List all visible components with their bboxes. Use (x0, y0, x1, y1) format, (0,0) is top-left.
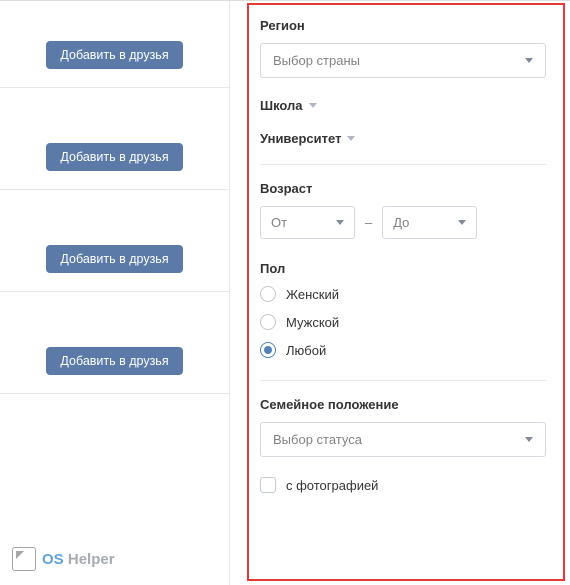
marital-status-select[interactable]: Выбор статуса (260, 422, 546, 457)
select-placeholder: От (271, 215, 287, 230)
gender-option-any[interactable]: Любой (260, 342, 546, 358)
university-toggle[interactable]: Университет (260, 131, 546, 146)
radio-icon (260, 314, 276, 330)
age-label: Возраст (260, 181, 546, 196)
chevron-down-icon (347, 136, 355, 141)
school-toggle[interactable]: Школа (260, 98, 546, 113)
radio-label: Женский (286, 287, 339, 302)
country-select[interactable]: Выбор страны (260, 43, 546, 78)
result-item: Добавить в друзья (0, 190, 229, 292)
checkbox-label: с фотографией (286, 478, 378, 493)
radio-label: Мужской (286, 315, 339, 330)
gender-option-male[interactable]: Мужской (260, 314, 546, 330)
add-friend-button[interactable]: Добавить в друзья (46, 143, 182, 171)
result-item: Добавить в друзья (0, 1, 229, 88)
checkbox-icon (260, 477, 276, 493)
select-placeholder: Выбор статуса (273, 432, 362, 447)
results-column: Добавить в друзья Добавить в друзья Доба… (0, 1, 230, 585)
marital-label: Семейное положение (260, 397, 546, 412)
gender-radio-group: Женский Мужской Любой (260, 286, 546, 358)
chevron-down-icon (309, 103, 317, 108)
with-photo-checkbox[interactable]: с фотографией (260, 477, 546, 493)
cursor-icon (12, 547, 36, 571)
chevron-down-icon (458, 220, 466, 225)
radio-icon (260, 286, 276, 302)
radio-label: Любой (286, 343, 326, 358)
divider (260, 164, 546, 165)
filters-panel: Регион Выбор страны Школа Университет Во… (230, 1, 570, 585)
radio-icon-checked (260, 342, 276, 358)
add-friend-button[interactable]: Добавить в друзья (46, 41, 182, 69)
chevron-down-icon (525, 437, 533, 442)
region-label: Регион (260, 18, 546, 33)
age-to-select[interactable]: До (382, 206, 477, 239)
chevron-down-icon (336, 220, 344, 225)
add-friend-button[interactable]: Добавить в друзья (46, 245, 182, 273)
gender-label: Пол (260, 261, 546, 276)
school-label: Школа (260, 98, 303, 113)
gender-option-female[interactable]: Женский (260, 286, 546, 302)
add-friend-button[interactable]: Добавить в друзья (46, 347, 182, 375)
select-placeholder: До (393, 215, 409, 230)
watermark-text: OS Helper (42, 551, 115, 568)
result-item: Добавить в друзья (0, 88, 229, 190)
select-placeholder: Выбор страны (273, 53, 360, 68)
chevron-down-icon (525, 58, 533, 63)
divider (260, 380, 546, 381)
age-from-select[interactable]: От (260, 206, 355, 239)
watermark: OS Helper (12, 547, 115, 571)
range-dash: – (365, 215, 372, 230)
result-item: Добавить в друзья (0, 292, 229, 394)
university-label: Университет (260, 131, 341, 146)
